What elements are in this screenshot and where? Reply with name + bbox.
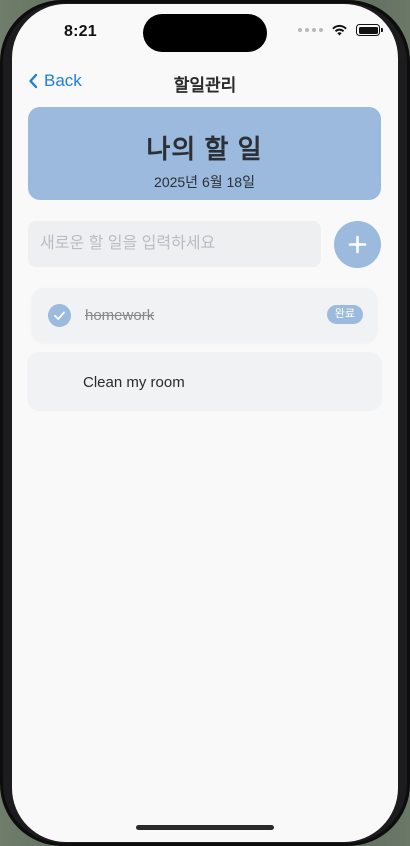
- dynamic-island: [143, 14, 267, 52]
- todo-text: homework: [85, 307, 155, 324]
- new-todo-row: [28, 221, 381, 268]
- navigation-bar: Back 할일관리: [12, 64, 398, 96]
- wifi-icon: [332, 24, 347, 36]
- plus-icon: [348, 235, 367, 254]
- checkmark-icon: [54, 311, 65, 320]
- header-title: 나의 할 일: [146, 134, 263, 164]
- todo-text: Clean my room: [83, 374, 185, 391]
- add-todo-button[interactable]: [334, 221, 381, 268]
- header-card: 나의 할 일 2025년 6월 18일: [28, 107, 381, 200]
- home-indicator[interactable]: [136, 825, 274, 830]
- header-date: 2025년 6월 18일: [154, 174, 255, 190]
- cellular-icon: [298, 28, 323, 32]
- status-time: 8:21: [64, 23, 97, 40]
- page-title: 할일관리: [173, 76, 237, 95]
- todo-item[interactable]: Clean my room: [27, 352, 382, 411]
- todo-item[interactable]: homework 완료: [32, 288, 377, 342]
- status-icons: [298, 24, 383, 36]
- todo-checkbox[interactable]: [48, 304, 71, 327]
- battery-icon: [356, 24, 383, 36]
- new-todo-input[interactable]: [28, 221, 321, 267]
- completed-badge: 완료: [326, 305, 363, 324]
- screen: 8:21 Back 할일관리 나의 할 일 2025년 6월 18일 새로운 할…: [12, 4, 398, 842]
- phone-frame: 8:21 Back 할일관리 나의 할 일 2025년 6월 18일 새로운 할…: [0, 0, 410, 846]
